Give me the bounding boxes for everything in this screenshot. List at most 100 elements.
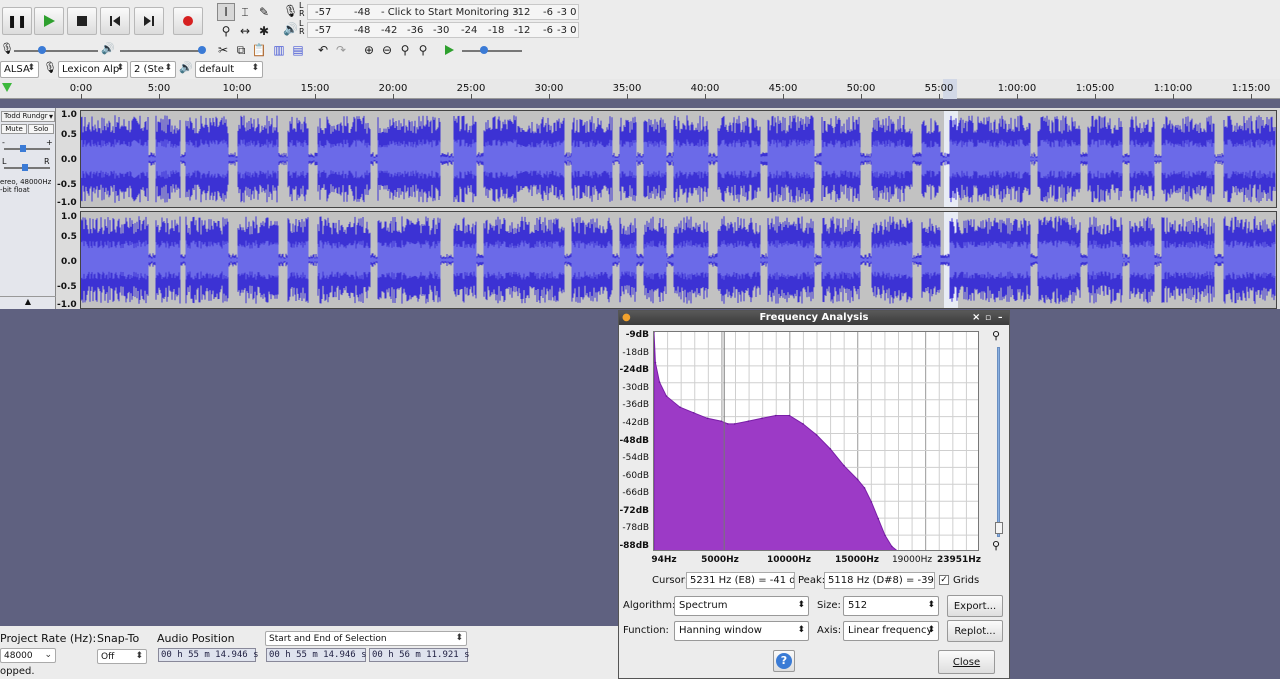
spectrum-point [843,464,845,467]
help-button[interactable]: ? [773,650,795,672]
gain-slider[interactable] [4,145,50,152]
play-button[interactable] [34,7,64,35]
selection-mode-select[interactable]: Start and End of Selection ⬍ [265,631,467,646]
selection-start-field[interactable]: 00 h 55 m 14.946 s [266,648,367,662]
size-select[interactable]: 512 ⬍ [843,596,939,616]
grids-checkbox[interactable]: ✓ [939,575,949,585]
function-label: Function: [623,625,669,636]
zoom-in-icon[interactable]: ⚲ [992,329,1000,342]
export-label: Export... [953,600,997,612]
record-meter[interactable]: -57 -48 - Click to Start Monitoring 3 -1… [307,4,579,20]
x-tick-label: 15000Hz [834,555,880,565]
collapse-track-button[interactable]: ▲ [0,296,56,309]
spectrum-point [665,395,668,397]
track-name-menu[interactable]: Todd Rundgr ▾ [1,111,55,122]
channels-select[interactable]: 2 (Ste ⬍ [130,61,176,78]
input-device-select[interactable]: Lexicon Alp ⬍ [58,61,128,78]
output-volume-slider[interactable] [120,46,206,54]
skip-to-end-button[interactable] [134,7,164,35]
ruler-label: 10:00 [222,83,252,94]
undo-button[interactable]: ↶ [314,41,332,59]
selection-tool[interactable]: I [217,3,235,21]
vertical-zoom-slider[interactable] [995,347,1003,537]
silence-button[interactable]: ▤ [289,41,307,59]
y-tick-label: -30dB [622,382,649,393]
spectrum-point [891,545,893,548]
zoom-in-icon: ⊕ [363,43,375,57]
skip-end-icon [144,16,154,26]
play-at-speed-button[interactable] [440,41,458,59]
scale-label: -1.0 [57,198,77,208]
algorithm-label: Algorithm: [623,600,676,611]
host-select[interactable]: ALSA ⬍ [0,61,39,78]
multi-tool[interactable]: ✱ [255,22,273,40]
minimize-window-icon[interactable]: – [998,311,1003,325]
replot-button[interactable]: Replot... [947,620,1003,642]
skip-to-start-button[interactable] [100,7,130,35]
meter-tick: -30 [433,25,450,36]
zoom-out-icon[interactable]: ⚲ [992,539,1000,552]
app-icon: ● [622,312,631,323]
algorithm-select[interactable]: Spectrum ⬍ [674,596,809,616]
spectrum-plot[interactable] [653,331,979,551]
zoom-out-button[interactable]: ⊖ [378,41,396,59]
mute-button[interactable]: Mute [1,124,27,134]
maximize-window-icon[interactable]: ▫ [985,311,991,325]
spectrum-point [884,534,886,537]
cut-button[interactable]: ✂ [214,41,232,59]
waveform-channel-2[interactable] [80,211,1277,309]
play-speed-slider[interactable] [462,46,522,54]
y-tick-label: -18dB [622,347,649,358]
spectrum-point [870,501,873,503]
pan-slider[interactable] [4,164,50,171]
time-shift-tool[interactable]: ↔ [236,22,254,40]
spectrum-point [829,448,832,450]
export-button[interactable]: Export... [947,595,1003,617]
timeline-ruler[interactable]: 0:00 5:00 10:00 15:00 20:00 25:00 30:00 35:00 40… [0,79,1280,99]
axis-select[interactable]: Linear frequency ⬍ [843,621,939,641]
selection-end-field[interactable]: 00 h 56 m 11.921 s [369,648,470,662]
input-volume-slider[interactable] [14,46,98,54]
pause-button[interactable]: ❚❚ [2,7,32,35]
dialog-title-bar[interactable]: ● Frequency Analysis × ▫ – [619,311,1009,325]
meter-tick: -36 [407,25,424,36]
fit-project-button[interactable]: ⚲ [414,41,432,59]
solo-button[interactable]: Solo [28,124,54,134]
zoom-tool[interactable]: ⚲ [217,22,235,40]
trim-button[interactable]: ▥ [270,41,288,59]
envelope-tool[interactable]: ⌶ [236,3,254,21]
fit-selection-button[interactable]: ⚲ [396,41,414,59]
audio-position-field[interactable]: 00 h 55 m 14.946 s [158,648,259,662]
zoom-in-button[interactable]: ⊕ [360,41,378,59]
project-rate-label: Project Rate (Hz): [0,632,97,645]
close-button[interactable]: Close [938,650,995,674]
project-rate-select[interactable]: 48000 ⌄ [0,648,56,663]
redo-button[interactable]: ↷ [332,41,350,59]
function-select[interactable]: Hanning window ⬍ [674,621,809,641]
audio-position-value: 00 h 55 m 14.946 s [161,650,259,660]
output-device-select[interactable]: default ⬍ [195,61,263,78]
playback-meter[interactable]: -57 -48 -42 -36 -30 -24 -18 -12 -6 -3 0 [307,22,579,38]
draw-tool[interactable]: ✎ [255,3,273,21]
paste-button[interactable]: 📋 [250,41,268,59]
ruler-label: 25:00 [456,83,486,94]
stop-button[interactable] [67,7,97,35]
peak-label: Peak: [798,575,826,586]
pause-icon: ❚❚ [6,14,28,28]
spectrum-chart [654,332,978,550]
fit-selection-icon: ⚲ [400,43,410,57]
close-window-icon[interactable]: × [972,311,980,325]
ruler-label: 55:00 [924,83,954,94]
y-tick-label: -60dB [622,470,649,481]
spectrum-point [802,423,804,425]
record-button[interactable] [173,7,203,35]
spectrum-point [856,478,859,481]
envelope-icon: ⌶ [241,4,249,19]
spectrum-point [692,411,695,414]
snap-to-select[interactable]: Off ⬍ [97,649,147,664]
play-icon [445,45,454,55]
waveform-channel-1[interactable] [80,110,1277,208]
output-device-value: default [199,64,235,75]
copy-button[interactable]: ⧉ [232,41,250,59]
meter-tick: -57 [315,7,332,18]
